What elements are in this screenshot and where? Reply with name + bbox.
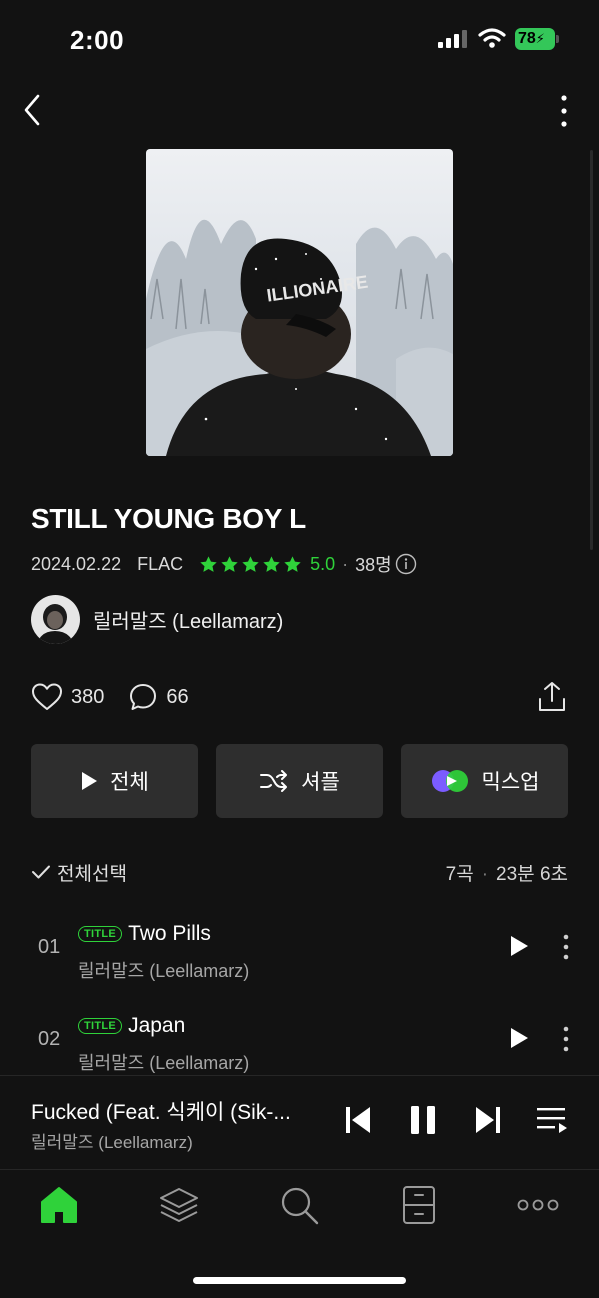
pause-icon[interactable] xyxy=(409,1104,437,1136)
track-artist: 릴러말즈 (Leellamarz) xyxy=(78,961,250,981)
like-button[interactable]: 380 xyxy=(31,682,104,712)
rating-score: 5.0 xyxy=(310,553,336,574)
social-row: 380 66 xyxy=(31,680,568,714)
track-summary: 7곡 · 23분 6초 xyxy=(445,863,568,885)
track-title: Japan xyxy=(128,1014,186,1037)
share-icon[interactable] xyxy=(536,680,568,714)
status-time: 2:00 xyxy=(70,25,125,55)
shuffle-label: 셔플 xyxy=(301,771,340,794)
play-icon[interactable] xyxy=(508,934,530,958)
star-icon xyxy=(263,555,280,572)
status-bar: 2:00 78⚡ xyxy=(0,0,599,80)
heart-icon xyxy=(32,683,62,710)
more-icon[interactable] xyxy=(550,92,578,130)
next-icon[interactable] xyxy=(473,1104,503,1136)
library-icon[interactable] xyxy=(158,1184,200,1226)
track-number: 01 xyxy=(38,936,61,958)
locker-icon[interactable] xyxy=(398,1184,440,1226)
track-number: 02 xyxy=(38,1028,61,1050)
home-icon[interactable] xyxy=(38,1184,80,1226)
now-playing-title: Fucked (Feat. 식케이 (Sik-... xyxy=(31,1101,291,1124)
search-icon[interactable] xyxy=(278,1184,320,1226)
title-badge: TITLE xyxy=(78,1018,123,1034)
now-playing-artist: 릴러말즈 (Leellamarz) xyxy=(31,1133,193,1152)
rating-stars[interactable] xyxy=(199,555,302,574)
battery-indicator: 78⚡ xyxy=(515,28,559,50)
track-row[interactable]: 01 TITLE Two Pills 릴러말즈 (Leellamarz) xyxy=(0,912,599,982)
star-icon xyxy=(284,555,301,572)
track-list-header: 전체선택 7곡 · 23분 6초 xyxy=(31,858,568,886)
play-all-label: 전체 xyxy=(110,771,149,794)
release-date: 2024.02.22 xyxy=(31,553,122,574)
audio-format: FLAC xyxy=(137,553,184,574)
mixup-icon xyxy=(431,770,468,792)
mixup-button[interactable]: 믹스업 xyxy=(401,744,568,818)
comment-count: 66 xyxy=(166,685,189,708)
track-row[interactable]: 02 TITLE Japan 릴러말즈 (Leellamarz) xyxy=(0,1004,599,1074)
like-count: 380 xyxy=(71,685,105,708)
track-title: Two Pills xyxy=(128,922,211,945)
star-icon xyxy=(200,555,217,572)
title-badge: TITLE xyxy=(78,926,123,942)
wifi-icon xyxy=(478,28,506,48)
more-icon[interactable] xyxy=(560,932,572,962)
rating-count: 38명 xyxy=(355,555,392,575)
mixup-label: 믹스업 xyxy=(481,771,540,794)
signal-icon xyxy=(438,30,467,48)
previous-icon[interactable] xyxy=(343,1104,373,1136)
comment-button[interactable]: 66 xyxy=(128,682,189,712)
total-duration: 23분 6초 xyxy=(496,863,568,885)
playlist-icon[interactable] xyxy=(535,1104,569,1136)
select-all-label: 전체선택 xyxy=(57,863,127,885)
artist-link[interactable]: 릴러말즈 (Leellamarz) xyxy=(31,594,283,644)
play-icon[interactable] xyxy=(508,1026,530,1050)
star-icon xyxy=(242,555,259,572)
artist-avatar xyxy=(31,594,80,644)
play-icon xyxy=(82,772,98,790)
album-meta: 2024.02.22 FLAC 5.0 · 38명 xyxy=(31,552,417,576)
check-icon xyxy=(32,865,50,879)
info-icon[interactable] xyxy=(395,553,417,575)
shuffle-button[interactable]: 셔플 xyxy=(216,744,383,818)
action-buttons: 전체 셔플 믹스업 xyxy=(31,744,568,818)
more-horizontal-icon[interactable] xyxy=(517,1184,559,1226)
artist-name: 릴러말즈 (Leellamarz) xyxy=(93,610,284,633)
scrollbar[interactable] xyxy=(590,150,593,550)
battery-level: 78 xyxy=(518,30,536,47)
home-indicator xyxy=(193,1277,406,1284)
more-icon[interactable] xyxy=(560,1024,572,1054)
shuffle-icon xyxy=(260,770,288,792)
album-title: STILL YOUNG BOY L xyxy=(31,503,306,534)
mini-player[interactable]: Fucked (Feat. 식케이 (Sik-... 릴러말즈 (Leellam… xyxy=(0,1075,599,1170)
album-cover: ILLIONAIRE xyxy=(146,149,453,456)
star-icon xyxy=(221,555,238,572)
track-artist: 릴러말즈 (Leellamarz) xyxy=(78,1053,250,1073)
back-icon[interactable] xyxy=(18,92,48,128)
select-all-button[interactable]: 전체선택 xyxy=(31,859,127,886)
track-count: 7곡 xyxy=(445,863,474,885)
play-all-button[interactable]: 전체 xyxy=(31,744,198,818)
comment-icon xyxy=(130,684,157,710)
